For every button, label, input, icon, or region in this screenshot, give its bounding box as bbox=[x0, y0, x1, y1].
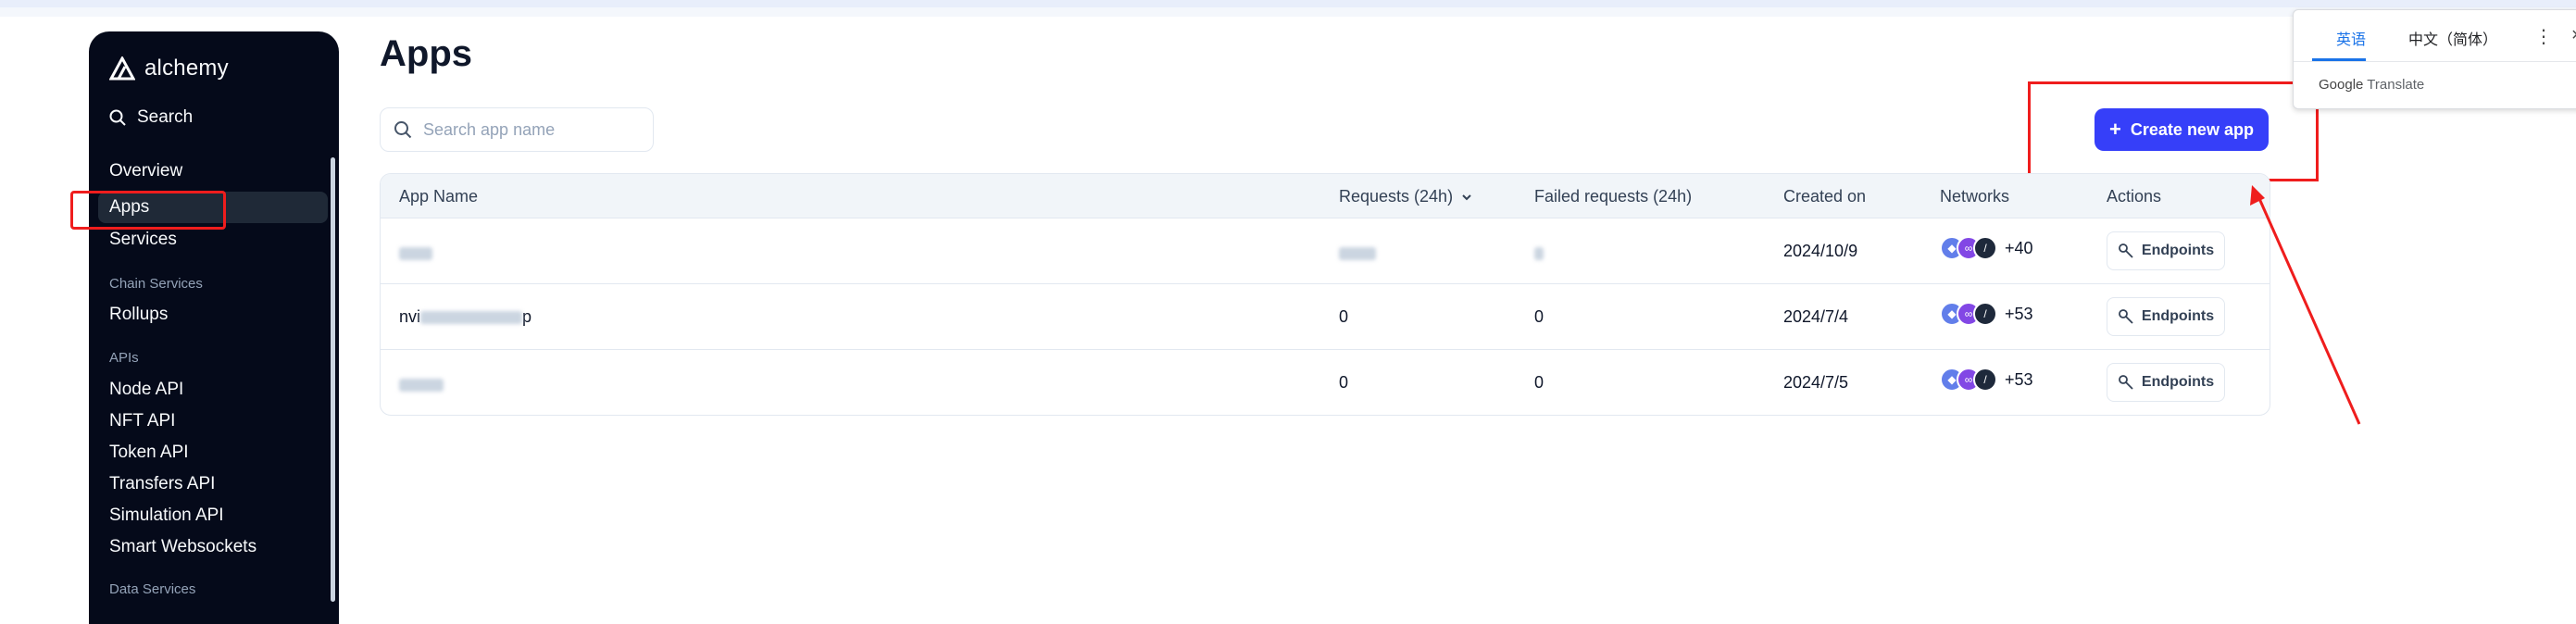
translate-popup: 英语 中文（简体） ⋮ × Google Translate bbox=[2293, 9, 2576, 109]
endpoints-button[interactable]: Endpoints bbox=[2107, 363, 2225, 402]
header-actions: Actions bbox=[2107, 187, 2162, 206]
sidebar-search[interactable]: Search bbox=[109, 107, 193, 128]
app-name-cell[interactable] bbox=[399, 377, 444, 396]
network-icon: / bbox=[1973, 368, 1997, 392]
brand-name: alchemy bbox=[144, 56, 229, 81]
header-requests-label: Requests (24h) bbox=[1339, 187, 1454, 206]
sidebar: alchemy Search Overview Apps Services Ch… bbox=[89, 31, 339, 624]
requests-cell: 0 bbox=[1339, 373, 1349, 392]
active-tab-indicator bbox=[2312, 58, 2366, 61]
search-icon bbox=[394, 121, 412, 139]
endpoints-label: Endpoints bbox=[2141, 308, 2215, 324]
key-icon bbox=[2118, 375, 2133, 390]
endpoints-label: Endpoints bbox=[2141, 374, 2215, 390]
endpoints-label: Endpoints bbox=[2141, 243, 2215, 258]
close-icon[interactable]: × bbox=[2571, 25, 2576, 46]
translate-tab-source[interactable]: 英语 bbox=[2336, 27, 2366, 49]
header-app-name: App Name bbox=[399, 187, 479, 206]
table-row[interactable]: nvi p 0 0 2024/7/4 ◆ ∞ / +53 Endpoints bbox=[381, 284, 2270, 350]
page-title: Apps bbox=[380, 33, 472, 74]
endpoints-button[interactable]: Endpoints bbox=[2107, 231, 2225, 270]
sidebar-item-overview[interactable]: Overview bbox=[109, 161, 182, 181]
apps-table: App Name Requests (24h) Failed requests … bbox=[380, 173, 2270, 416]
sidebar-item-simulation-api[interactable]: Simulation API bbox=[109, 505, 224, 526]
redacted-app-name bbox=[420, 311, 523, 325]
translate-tabs: 英语 中文（简体） ⋮ × bbox=[2294, 10, 2576, 62]
app-name-tail: p bbox=[522, 307, 532, 326]
header-created-on: Created on bbox=[1783, 187, 1867, 206]
sidebar-item-rollups[interactable]: Rollups bbox=[109, 305, 168, 325]
sidebar-item-nft-api[interactable]: NFT API bbox=[109, 411, 175, 431]
failed-cell: 0 bbox=[1534, 307, 1544, 326]
sidebar-scrollbar[interactable] bbox=[331, 157, 335, 602]
requests-cell bbox=[1339, 245, 1376, 265]
header-requests[interactable]: Requests (24h) bbox=[1339, 187, 1473, 206]
section-label-data-services: Data Services bbox=[109, 581, 196, 597]
failed-cell bbox=[1534, 245, 1544, 265]
app-search[interactable] bbox=[380, 107, 654, 152]
search-icon bbox=[109, 109, 126, 126]
key-icon bbox=[2118, 243, 2133, 258]
section-label-apis: APIs bbox=[109, 350, 139, 366]
created-cell: 2024/10/9 bbox=[1783, 242, 1858, 260]
annotation-highlight-apps bbox=[70, 191, 226, 230]
translate-tab-target[interactable]: 中文（简体） bbox=[2408, 27, 2497, 49]
section-label-chain-services: Chain Services bbox=[109, 276, 203, 292]
redacted-app-name bbox=[399, 379, 444, 392]
annotation-arrow bbox=[2250, 185, 2361, 425]
sidebar-item-transfers-api[interactable]: Transfers API bbox=[109, 474, 215, 494]
sidebar-item-smart-websockets[interactable]: Smart Websockets bbox=[109, 537, 256, 557]
redacted-requests bbox=[1339, 247, 1376, 260]
translate-footer: Google Translate bbox=[2319, 77, 2424, 93]
alchemy-logo-icon bbox=[109, 56, 135, 81]
more-vert-icon[interactable]: ⋮ bbox=[2534, 25, 2553, 48]
failed-cell: 0 bbox=[1534, 373, 1544, 392]
endpoints-button[interactable]: Endpoints bbox=[2107, 297, 2225, 336]
network-icon: / bbox=[1973, 302, 1997, 326]
sidebar-item-services[interactable]: Services bbox=[109, 230, 177, 250]
sidebar-item-node-api[interactable]: Node API bbox=[109, 380, 183, 400]
annotation-highlight-create bbox=[2028, 81, 2319, 181]
networks-extra-count: +40 bbox=[2005, 238, 2033, 257]
table-row[interactable]: 2024/10/9 ◆ ∞ / +40 Endpoints bbox=[381, 218, 2270, 284]
header-failed-requests: Failed requests (24h) bbox=[1534, 187, 1693, 206]
key-icon bbox=[2118, 309, 2133, 324]
network-icon: / bbox=[1973, 236, 1997, 260]
created-cell: 2024/7/5 bbox=[1783, 373, 1849, 392]
table-row[interactable]: 0 0 2024/7/5 ◆ ∞ / +53 Endpoints bbox=[381, 350, 2270, 415]
browser-top-divider bbox=[0, 7, 2576, 17]
redacted-app-name bbox=[399, 247, 432, 260]
sidebar-search-label: Search bbox=[137, 107, 194, 127]
created-cell: 2024/7/4 bbox=[1783, 307, 1849, 326]
networks-extra-count: +53 bbox=[2005, 369, 2033, 389]
brand-logo[interactable]: alchemy bbox=[109, 56, 229, 81]
app-name-cell[interactable] bbox=[399, 245, 432, 265]
sidebar-item-token-api[interactable]: Token API bbox=[109, 443, 189, 463]
networks-cell[interactable]: ◆ ∞ / +53 bbox=[1940, 302, 2033, 326]
redacted-failed bbox=[1534, 247, 1544, 260]
app-name-cell[interactable]: nvi p bbox=[399, 307, 531, 327]
networks-extra-count: +53 bbox=[2005, 304, 2033, 323]
requests-cell: 0 bbox=[1339, 307, 1349, 326]
chevron-down-icon bbox=[1462, 193, 1471, 200]
networks-cell[interactable]: ◆ ∞ / +40 bbox=[1940, 236, 2033, 260]
browser-top-strip bbox=[0, 0, 2576, 7]
networks-cell[interactable]: ◆ ∞ / +53 bbox=[1940, 368, 2033, 392]
header-networks: Networks bbox=[1940, 187, 2010, 206]
app-name-visible: nvi bbox=[399, 307, 421, 326]
google-brand: Google bbox=[2319, 77, 2364, 93]
translate-label: Translate bbox=[2367, 77, 2425, 93]
table-header: App Name Requests (24h) Failed requests … bbox=[381, 174, 2270, 218]
search-input[interactable] bbox=[423, 119, 636, 140]
